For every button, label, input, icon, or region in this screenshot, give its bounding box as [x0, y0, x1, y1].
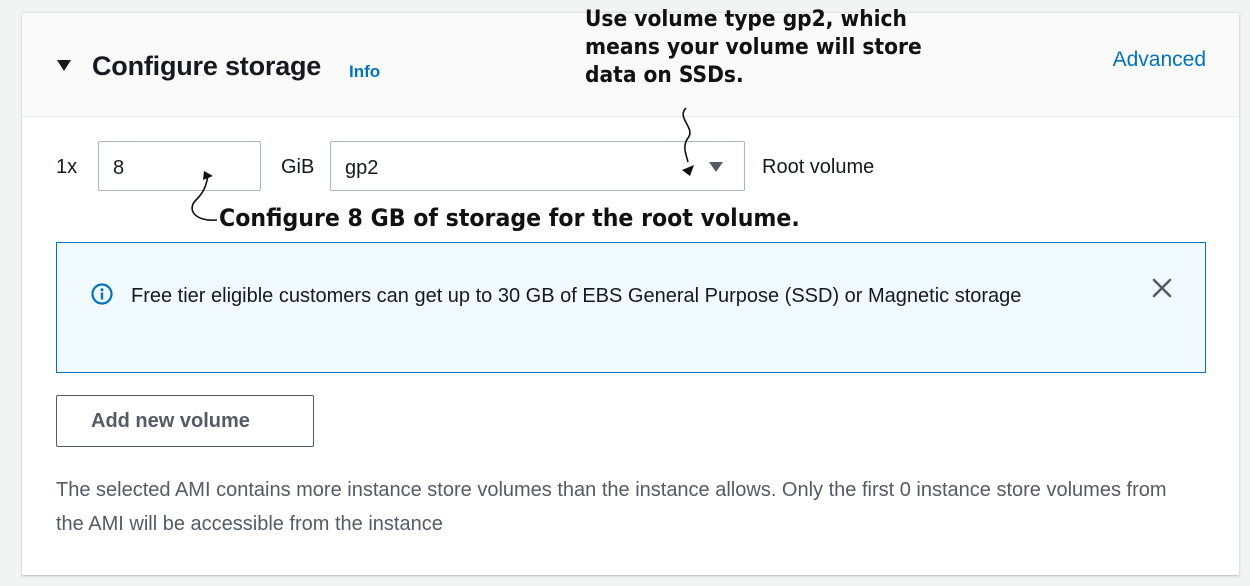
- alert-message: Free tier eligible customers can get up …: [131, 285, 1022, 307]
- volume-multiplier: 1x: [56, 156, 78, 178]
- advanced-link[interactable]: Advanced: [1113, 48, 1206, 72]
- caret-down-icon[interactable]: [57, 60, 71, 71]
- size-callout: Configure 8 GB of storage for the root v…: [219, 204, 800, 232]
- dropdown-arrow-icon[interactable]: [709, 162, 723, 172]
- add-new-volume-label: Add new volume: [91, 410, 250, 432]
- volume-size-input[interactable]: 8: [98, 141, 261, 191]
- configure-storage-panel: Configure storage Info Advanced 1x 8 GiB…: [22, 12, 1239, 575]
- volume-type-select[interactable]: gp2: [330, 141, 745, 191]
- root-volume-label: Root volume: [762, 156, 875, 178]
- info-circle-icon: [91, 283, 113, 305]
- info-link[interactable]: Info: [349, 62, 380, 82]
- volume-type-callout: Use volume type gp2, which means your vo…: [585, 7, 922, 88]
- volume-type-value: gp2: [345, 157, 379, 179]
- free-tier-alert: Free tier eligible customers can get up …: [56, 242, 1206, 373]
- add-new-volume-button[interactable]: Add new volume: [56, 395, 314, 447]
- size-unit-label: GiB: [281, 156, 315, 178]
- instance-store-note: The selected AMI contains more instance …: [56, 479, 1167, 535]
- close-icon[interactable]: [1147, 273, 1177, 303]
- volume-size-value: 8: [113, 157, 125, 179]
- section-title[interactable]: Configure storage: [92, 51, 321, 82]
